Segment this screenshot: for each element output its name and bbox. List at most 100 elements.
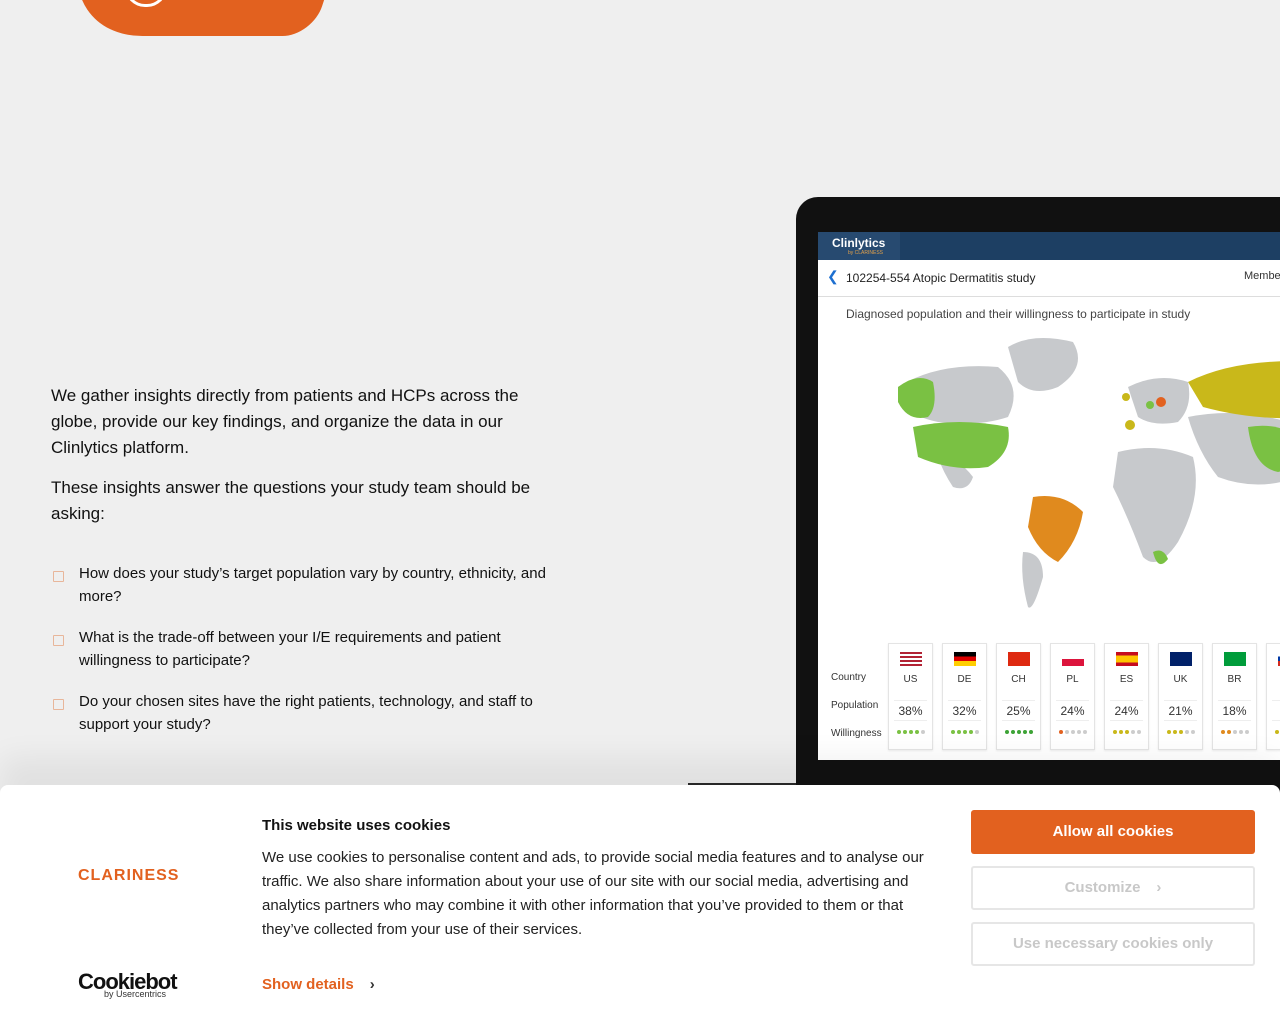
country-card: DE 32%: [942, 643, 987, 750]
willingness-rating: [889, 730, 932, 734]
chevron-left-icon: ❮: [827, 268, 839, 284]
question-list: How does your study’s target population …: [51, 562, 561, 754]
rating-dot: [920, 730, 925, 734]
rating-dot: [1184, 730, 1189, 734]
country-code: BR: [1227, 674, 1242, 685]
country-code: PL: [1066, 674, 1079, 685]
label-population: Population: [831, 700, 879, 711]
brand-logo: CLARINESS: [78, 867, 180, 884]
rating-dot: [1136, 730, 1141, 734]
study-title: 102254-554 Atopic Dermatitis study: [846, 271, 1036, 285]
population-value: 21%: [1164, 700, 1197, 721]
flag-icon: [1169, 652, 1192, 666]
rating-dot: [1118, 730, 1123, 734]
population-value: 18%: [1218, 700, 1251, 721]
rating-dot: [1076, 730, 1081, 734]
rating-dot: [1112, 730, 1117, 734]
country-card: US 38%: [888, 643, 933, 750]
map-spain: [1125, 420, 1135, 430]
rating-dot: [1022, 730, 1027, 734]
country-card: 1: [1266, 643, 1280, 750]
flag-icon: [1007, 652, 1030, 666]
rating-dot: [902, 730, 907, 734]
map-alaska: [898, 378, 935, 418]
rating-dot: [1226, 730, 1231, 734]
app-logo: Clinlytics by CLARINESS: [818, 232, 900, 260]
country-code: US: [903, 674, 918, 685]
app-name: Clinlytics: [832, 236, 886, 250]
list-item: How does your study’s target population …: [51, 562, 561, 608]
population-value: 24%: [1056, 700, 1089, 721]
rating-dot: [962, 730, 967, 734]
rating-dot: [1172, 730, 1177, 734]
country-code: UK: [1173, 674, 1188, 685]
rating-dot: [1274, 730, 1279, 734]
rating-dot: [1178, 730, 1183, 734]
rating-dot: [1010, 730, 1015, 734]
rating-dot: [1130, 730, 1135, 734]
rating-dot: [1004, 730, 1009, 734]
allow-all-button[interactable]: Allow all cookies: [971, 810, 1255, 854]
world-map: [898, 338, 1280, 608]
country-code: ES: [1119, 674, 1134, 685]
rating-dot: [1190, 730, 1195, 734]
rating-dot: [950, 730, 955, 734]
checkbox-icon: [53, 635, 64, 646]
rating-dot: [1238, 730, 1243, 734]
app-subtitle: by CLARINESS: [848, 250, 884, 256]
map-brazil: [1028, 496, 1083, 562]
country-code: [1267, 674, 1280, 688]
map-uk: [1122, 393, 1130, 401]
country-card: BR 18%: [1212, 643, 1257, 750]
flag-icon: [1061, 652, 1084, 666]
list-item: What is the trade-off between your I/E r…: [51, 626, 561, 672]
rating-dot: [1070, 730, 1075, 734]
flag-icon: [1223, 652, 1246, 666]
country-code: DE: [957, 674, 972, 685]
show-details-link[interactable]: Show details ›: [262, 976, 375, 993]
cookie-text: We use cookies to personalise content an…: [262, 849, 924, 938]
rating-dot: [1028, 730, 1033, 734]
rating-dot: [1082, 730, 1087, 734]
rating-dot: [1232, 730, 1237, 734]
country-code: CH: [1011, 674, 1026, 685]
checkbox-icon: [53, 571, 64, 582]
population-value: 25%: [1002, 700, 1035, 721]
label-willingness: Willingness: [831, 728, 882, 739]
flag-icon: [953, 652, 976, 666]
rating-dot: [1166, 730, 1171, 734]
rating-dot: [914, 730, 919, 734]
rating-dot: [908, 730, 913, 734]
brand-shape: [52, 0, 344, 36]
customize-button[interactable]: Customize ›: [971, 866, 1255, 910]
willingness-rating: [1051, 730, 1094, 734]
map-caption: Diagnosed population and their willingne…: [846, 307, 1191, 321]
study-bar: ❮ 102254-554 Atopic Dermatitis study Mem…: [818, 260, 1280, 297]
map-usa: [913, 422, 1009, 469]
rating-dot: [1244, 730, 1249, 734]
question-text: Do your chosen sites have the right pati…: [79, 693, 533, 733]
willingness-rating: [1159, 730, 1202, 734]
population-value: 1: [1272, 700, 1280, 721]
country-card: CH 25%: [996, 643, 1041, 750]
checkbox-icon: [53, 699, 64, 710]
laptop-mockup: Clinlytics by CLARINESS ❮ 102254-554 Ato…: [796, 197, 1280, 793]
intro-paragraph: We gather insights directly from patient…: [51, 386, 519, 457]
country-card: UK 21%: [1158, 643, 1203, 750]
necessary-only-button[interactable]: Use necessary cookies only: [971, 922, 1255, 966]
population-value: 32%: [948, 700, 981, 721]
map-africa: [1113, 448, 1196, 562]
country-card: PL 24%: [1050, 643, 1095, 750]
rating-dot: [1220, 730, 1225, 734]
map-poland: [1156, 397, 1166, 407]
rating-dot: [1058, 730, 1063, 734]
cookie-title: This website uses cookies: [262, 817, 451, 834]
laptop-screen: Clinlytics by CLARINESS ❮ 102254-554 Ato…: [818, 232, 1280, 760]
app-header: Clinlytics by CLARINESS: [818, 232, 1280, 260]
show-details-label: Show details: [262, 976, 354, 993]
map-south-america-south: [1022, 552, 1043, 608]
label-country: Country: [831, 672, 867, 683]
willingness-rating: [1105, 730, 1148, 734]
map-russia: [1188, 361, 1280, 419]
flag-icon: [1115, 652, 1138, 666]
